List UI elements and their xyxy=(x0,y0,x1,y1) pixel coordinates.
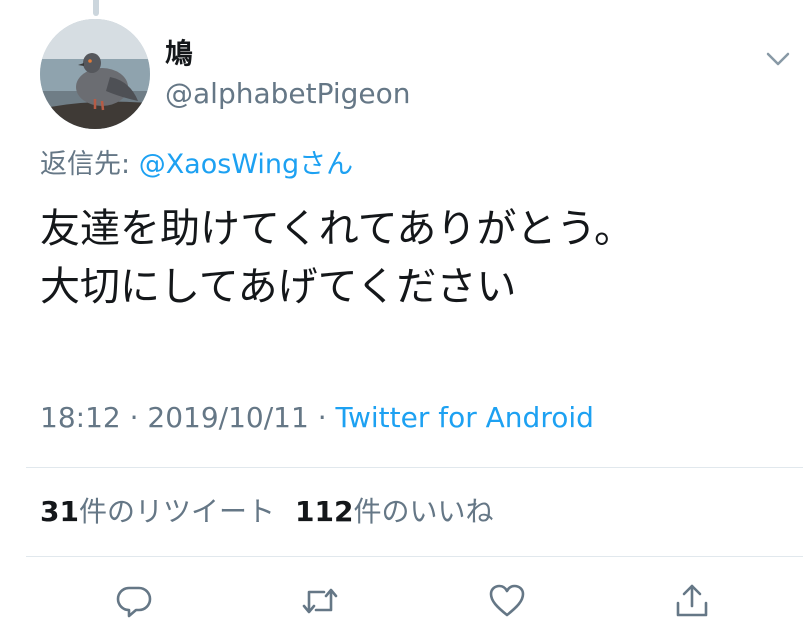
retweet-icon[interactable] xyxy=(300,581,340,621)
tweet-date[interactable]: 2019/10/11 xyxy=(147,401,308,434)
divider xyxy=(26,467,803,468)
retweet-count: 31 xyxy=(40,495,79,528)
tweet-source-link[interactable]: Twitter for Android xyxy=(336,401,594,434)
chevron-down-icon[interactable] xyxy=(762,48,794,70)
display-name[interactable]: 鳩 xyxy=(165,38,193,70)
heart-icon[interactable] xyxy=(487,581,527,621)
retweet-label: 件のリツイート xyxy=(78,495,275,528)
tweet-text-line: 友達を助けてくれてありがとう。 xyxy=(40,206,634,252)
reply-prefix: 返信先: xyxy=(40,149,139,180)
reply-to-link[interactable]: @XaosWingさん xyxy=(139,149,353,180)
like-count: 112 xyxy=(294,495,354,528)
avatar[interactable] xyxy=(40,19,150,129)
like-stat[interactable]: 112件のいいね xyxy=(295,495,493,528)
like-label: 件のいいね xyxy=(353,495,494,528)
engagement-stats: 31件のリツイート 112件のいいね xyxy=(40,494,493,530)
reply-icon[interactable] xyxy=(114,581,154,621)
tweet-meta: 18:12 · 2019/10/11 · Twitter for Android xyxy=(40,400,594,436)
meta-separator: · xyxy=(120,401,148,434)
thread-connector-line xyxy=(93,0,99,16)
tweet-text-line: 大切にしてあげてください xyxy=(40,264,517,310)
tweet-text: 友達を助けてくれてありがとう。 大切にしてあげてください xyxy=(40,200,780,316)
share-icon[interactable] xyxy=(672,581,712,621)
tweet-time[interactable]: 18:12 xyxy=(40,401,121,434)
reply-context: 返信先: @XaosWingさん xyxy=(40,148,353,182)
retweet-stat[interactable]: 31件のリツイート xyxy=(40,495,275,528)
meta-separator: · xyxy=(308,401,336,434)
divider xyxy=(26,556,803,557)
pigeon-avatar-image xyxy=(40,19,150,129)
user-handle[interactable]: @alphabetPigeon xyxy=(165,78,411,110)
